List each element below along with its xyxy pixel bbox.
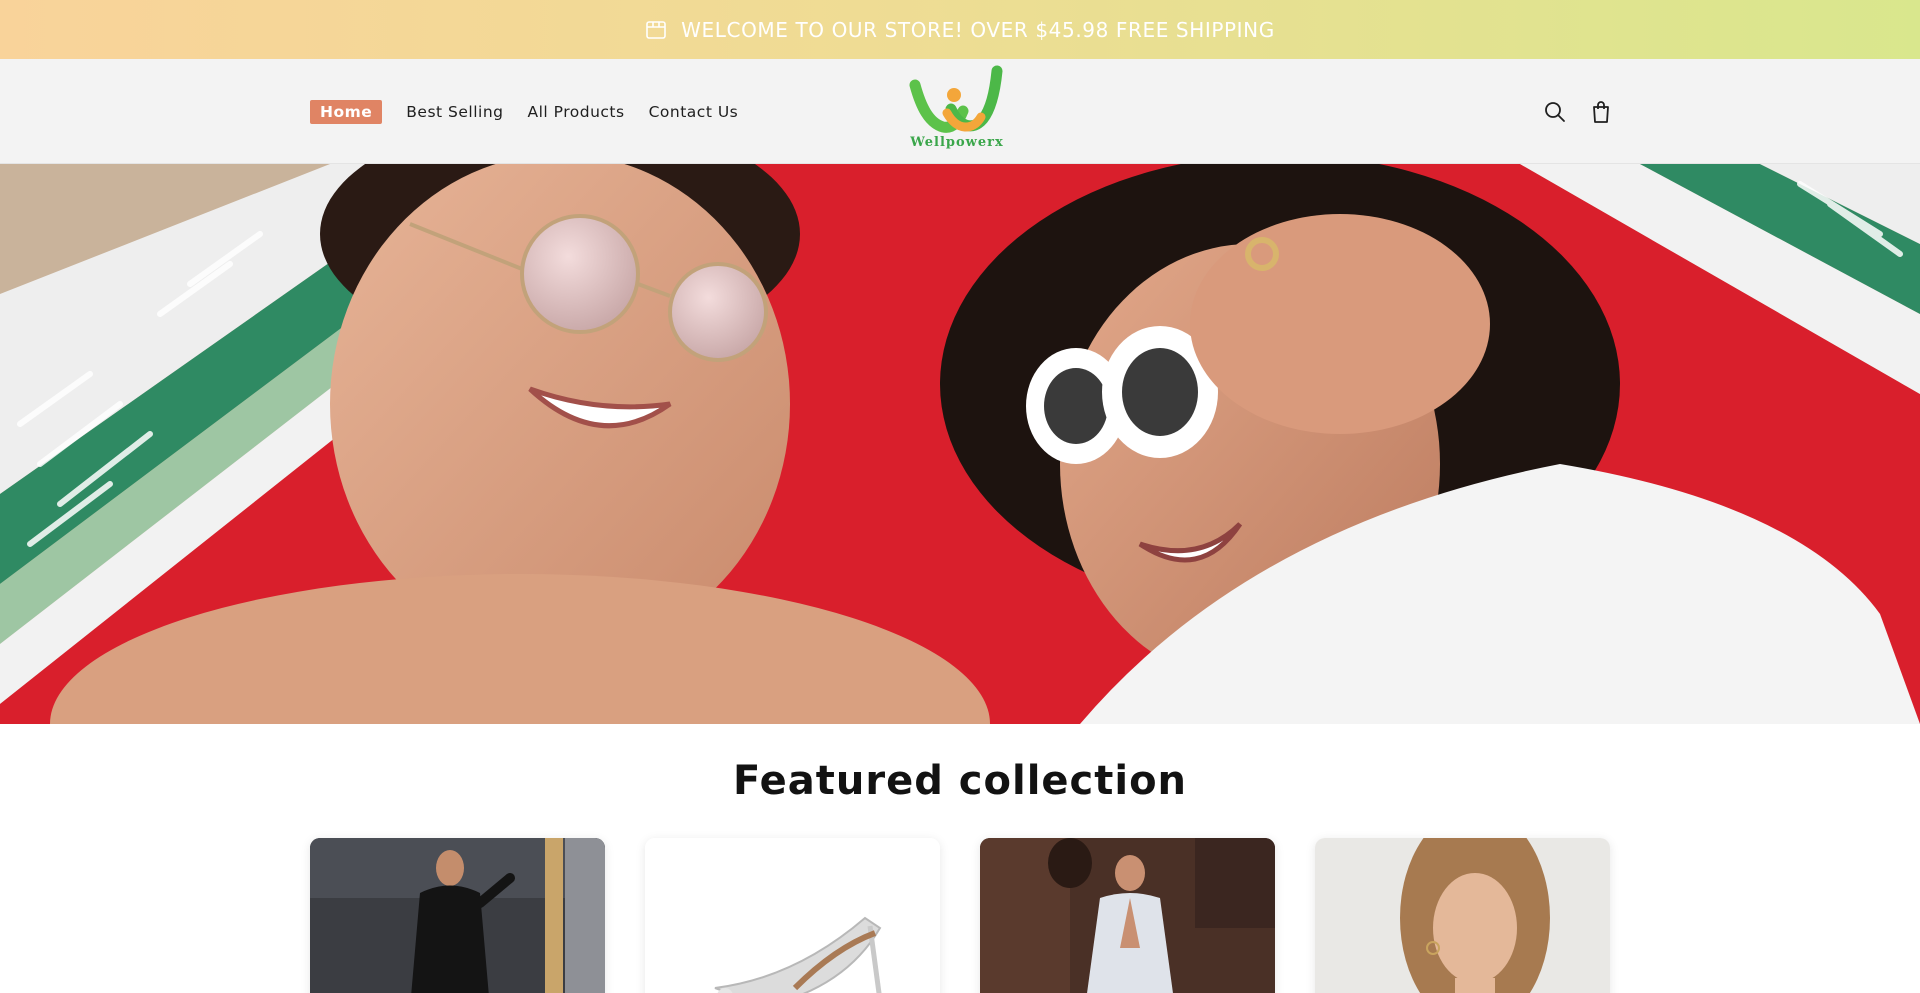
hero-banner-image <box>0 164 1920 724</box>
nav-all-products-link[interactable]: All Products <box>528 103 625 121</box>
product-image-woman-black-outfit <box>310 838 605 993</box>
header-icons <box>1542 59 1614 164</box>
search-icon[interactable] <box>1542 99 1568 125</box>
product-card-3[interactable] <box>980 838 1275 993</box>
nav-home-link[interactable]: Home <box>310 99 383 124</box>
cart-icon[interactable] <box>1588 99 1614 125</box>
product-card-4[interactable] <box>1315 838 1610 993</box>
announcement-text: WELCOME TO OUR STORE! OVER $45.98 FREE S… <box>681 17 1275 42</box>
product-image-woman-white-dress <box>980 838 1275 993</box>
logo-text: Wellpowerx <box>910 135 1004 150</box>
product-card-2[interactable] <box>645 838 940 993</box>
site-logo[interactable]: Wellpowerx <box>905 65 1009 157</box>
product-card-1[interactable] <box>310 838 605 993</box>
main-nav: Home Best Selling All Products Contact U… <box>310 59 738 164</box>
nav-contact-us-link[interactable]: Contact Us <box>649 103 739 121</box>
featured-collection-title: Featured collection <box>732 758 1188 804</box>
site-header: Home Best Selling All Products Contact U… <box>0 59 1920 164</box>
product-grid <box>310 838 1610 993</box>
nav-best-selling-link[interactable]: Best Selling <box>406 103 503 121</box>
product-image-woman-portrait <box>1315 838 1610 993</box>
product-image-clear-high-heel <box>645 838 940 993</box>
logo-mark <box>909 65 1003 133</box>
announcement-bar: WELCOME TO OUR STORE! OVER $45.98 FREE S… <box>0 0 1920 59</box>
store-icon <box>645 19 667 41</box>
